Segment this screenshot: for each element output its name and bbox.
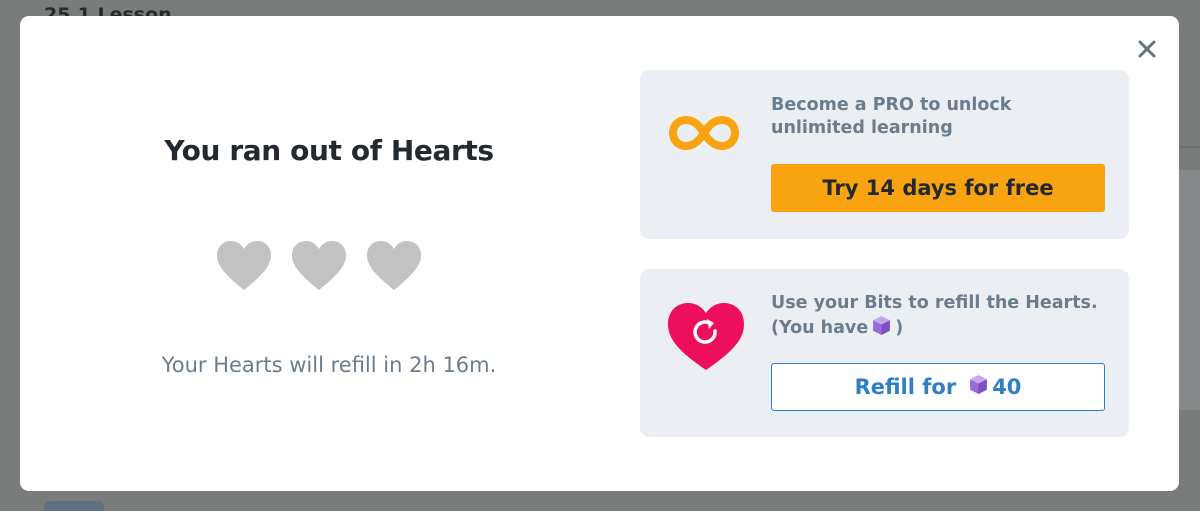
- close-icon: [1138, 40, 1156, 58]
- bits-cube-icon: [871, 315, 892, 343]
- infinity-icon: [669, 116, 739, 150]
- refill-button[interactable]: Refill for 40: [771, 363, 1105, 411]
- bits-description: Use your Bits to refill the Hearts. (You…: [771, 292, 1111, 343]
- bits-description-line1: Use your Bits to refill the Hearts.: [771, 293, 1098, 313]
- empty-heart-icon: [292, 241, 346, 290]
- bits-balance-prefix: (You have: [771, 318, 869, 338]
- background-panel: [1178, 170, 1200, 410]
- background-button: [44, 501, 104, 511]
- empty-heart-icon: [217, 241, 271, 290]
- pro-description: Become a PRO to unlock unlimited learnin…: [771, 95, 1012, 138]
- bits-description-line2: (You have): [771, 315, 1111, 343]
- background-divider: [1178, 146, 1200, 148]
- empty-heart-icon: [367, 241, 421, 290]
- out-of-hearts-modal: You ran out of Hearts Your Hearts will r…: [20, 16, 1179, 491]
- pro-upsell-card: Become a PRO to unlock unlimited learnin…: [640, 70, 1129, 239]
- refill-heart-icon: [668, 303, 744, 370]
- bits-balance-suffix: ): [895, 318, 904, 338]
- try-free-button[interactable]: Try 14 days for free: [771, 164, 1105, 212]
- refill-timer-text: Your Hearts will refill in 2h 16m.: [161, 353, 497, 377]
- bits-cube-icon: [968, 374, 989, 400]
- close-button[interactable]: [1132, 34, 1162, 64]
- bits-refill-card: Use your Bits to refill the Hearts. (You…: [640, 269, 1129, 437]
- hearts-row: [216, 240, 426, 296]
- hearts-status-panel: You ran out of Hearts Your Hearts will r…: [20, 16, 638, 491]
- modal-title: You ran out of Hearts: [164, 134, 494, 167]
- refill-button-label: Refill for: [854, 375, 957, 399]
- refill-cost: 40: [992, 375, 1022, 399]
